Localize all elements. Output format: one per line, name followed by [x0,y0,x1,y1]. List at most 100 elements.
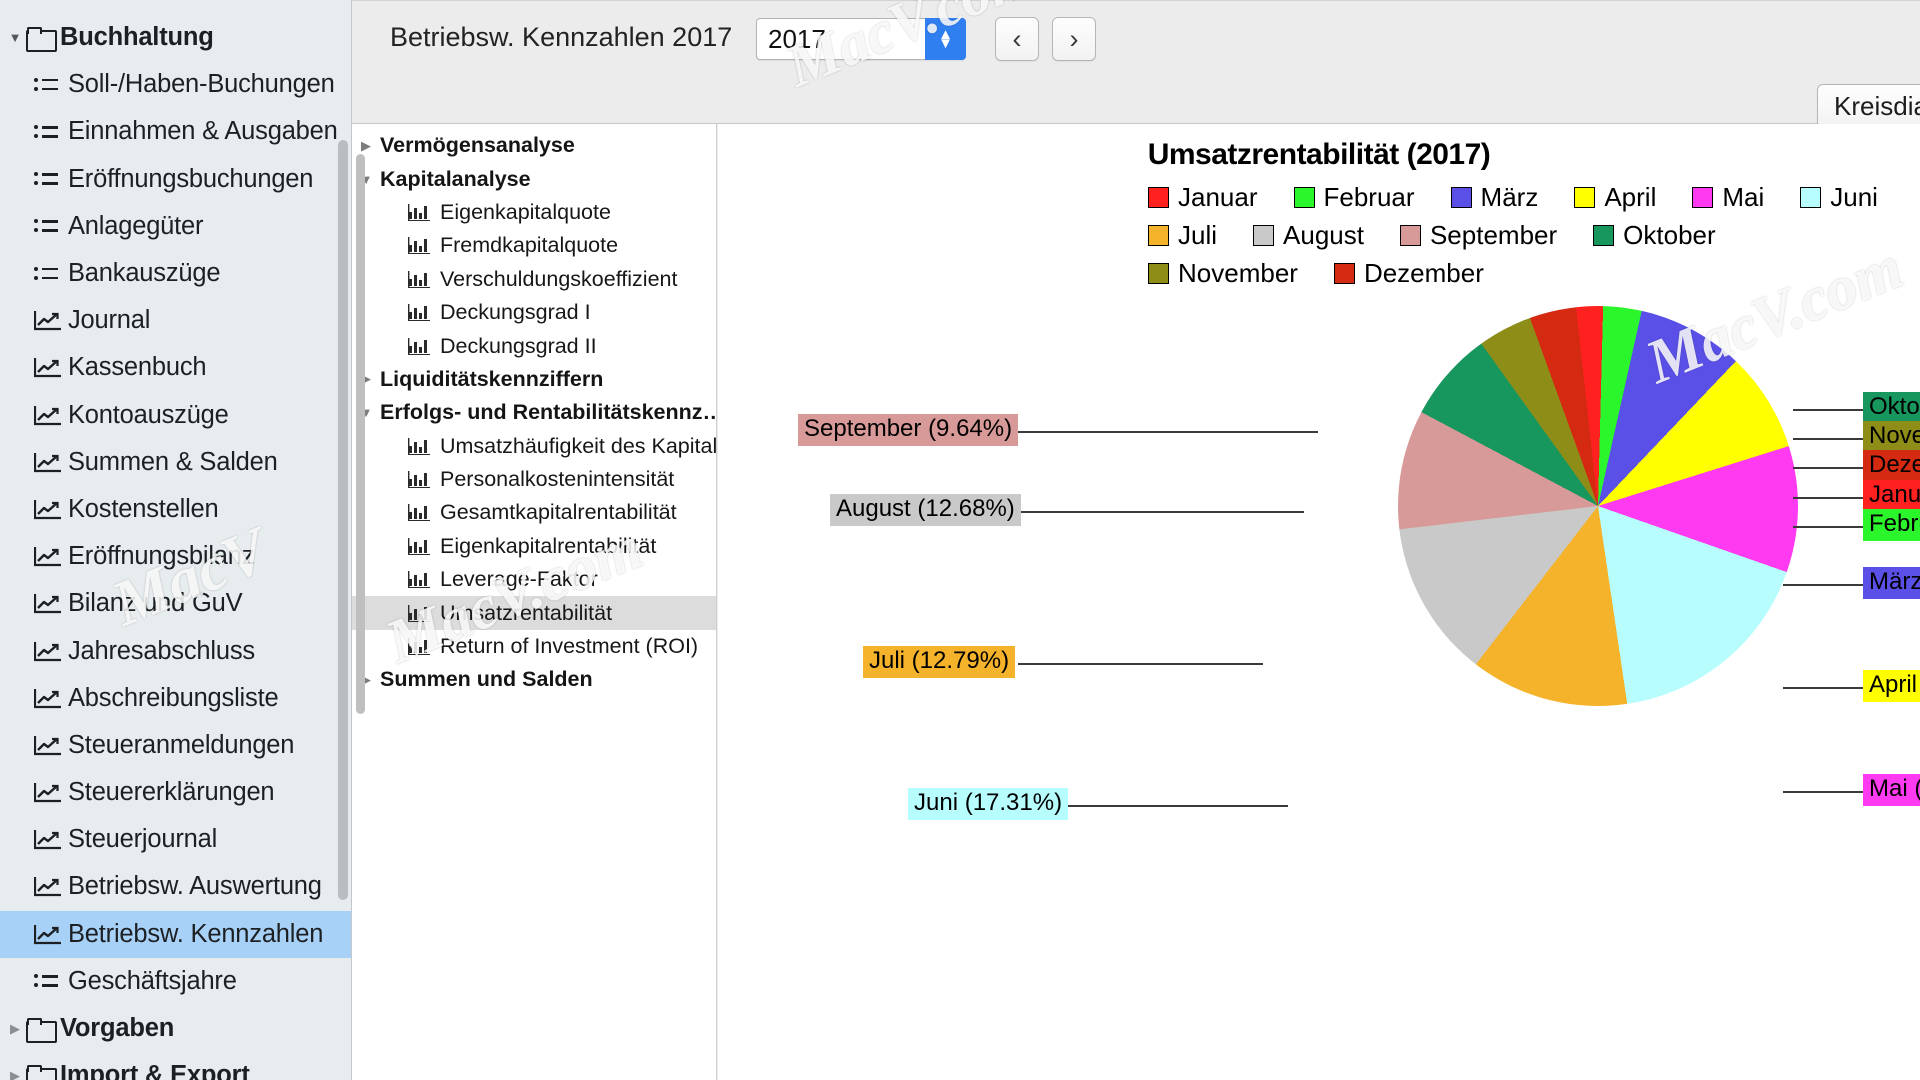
tree-item-liquidit-tskennziffern[interactable]: ▶ Liquiditätskennziffern [352,363,716,396]
sidebar-item-journal[interactable]: Journal [0,297,352,344]
tree-item-return-of-investment-roi[interactable]: Return of Investment (ROI) [352,630,716,663]
sidebar-scrollbar[interactable] [338,140,348,900]
callout-leader-line [1783,791,1865,793]
sidebar-item-buchhaltung[interactable]: ▼ Buchhaltung [0,14,352,61]
pie-slice-label-text: September (9.64%) [798,414,1019,446]
pie-graphic[interactable] [1398,306,1798,706]
tree-leaf-label: Return of Investment (ROI) [440,634,699,659]
sidebar-item-jahresabschluss[interactable]: Jahresabschluss [0,627,352,674]
sidebar-item-steuererkl-rungen[interactable]: Steuererklärungen [0,769,352,816]
tree-group-label: Liquiditätskennziffern [380,366,604,391]
sidebar-item-label: Abschreibungsliste [68,683,279,712]
pie-slice-label: Oktober (7.30%) [1863,392,1920,424]
chevron-right-icon[interactable]: ▶ [4,1022,26,1035]
pie-slice-label: September (9.64%) [798,414,1019,446]
sidebar-item-steueranmeldungen[interactable]: Steueranmeldungen [0,722,352,769]
tree-item-deckungsgrad-ii[interactable]: Deckungsgrad II [352,329,716,362]
chart-line-icon [34,924,68,945]
sidebar-item-label: Kontoauszüge [68,400,229,429]
sidebar-item-soll-haben-buchungen[interactable]: Soll-/Haben-Buchungen [0,61,352,108]
tree-group-label: Vermögensanalyse [380,133,575,158]
sidebar-item-label: Anlagegüter [68,211,204,240]
pie-slice-label-text: Mai (10.20%) [1863,774,1920,806]
page-title: Betriebsw. Kennzahlen 2017 [390,22,733,52]
sidebar-item-summen-salden[interactable]: Summen & Salden [0,439,352,486]
sidebar-item-er-ffnungsbilanz[interactable]: Eröffnungsbilanz [0,533,352,580]
chart-line-icon [34,452,68,473]
tree-scrollbar[interactable] [356,154,365,714]
tree-leaf-label: Umsatzhäufigkeit des Kapitals [440,433,717,458]
chart-line-icon [34,310,68,331]
chart-type-button[interactable]: Kreisdiagramm [1817,84,1920,129]
chart-line-icon [34,357,68,378]
tree-item-eigenkapitalrentabilit-t[interactable]: Eigenkapitalrentabilität [352,530,716,563]
chart-line-icon [34,782,68,803]
pie-slice-label-text: November (4.40%) [1863,421,1920,453]
tree-item-personalkostenintensit-t[interactable]: Personalkostenintensität [352,463,716,496]
chevron-down-icon[interactable]: ▼ [4,31,26,44]
sidebar-item-kassenbuch[interactable]: Kassenbuch [0,344,352,391]
chart-line-icon [34,405,68,426]
bar-chart-icon [408,504,430,522]
sidebar-item-betriebsw-auswertung[interactable]: Betriebsw. Auswertung [0,863,352,910]
tree-item-summen-und-salden[interactable]: ▶ Summen und Salden [352,663,716,696]
sidebar-item-bankausz-ge[interactable]: Bankauszüge [0,250,352,297]
chevron-right-icon[interactable]: ▶ [4,1069,26,1080]
year-stepper[interactable]: ▲ ▼ [925,18,966,60]
bar-chart-icon [408,537,430,555]
callout-leader-line [1783,584,1865,586]
bar-chart-icon [408,604,430,622]
tree-item-deckungsgrad-i[interactable]: Deckungsgrad I [352,296,716,329]
tree-leaf-label: Eigenkapitalquote [440,199,611,224]
tree-item-gesamtkapitalrentabilit-t[interactable]: Gesamtkapitalrentabilität [352,496,716,529]
sidebar-item-gesch-ftsjahre[interactable]: Geschäftsjahre [0,958,352,1005]
sidebar-item-label: Betriebsw. Kennzahlen [68,919,324,948]
pie-slice-label: Juni (17.31%) [908,788,1069,820]
chart-line-icon [34,593,68,614]
previous-button[interactable]: ‹ [995,17,1039,61]
sidebar-item-anlageg-ter[interactable]: Anlagegüter [0,203,352,250]
stepper-down-icon[interactable]: ▼ [938,36,953,51]
sidebar-item-vorgaben[interactable]: ▶ Vorgaben [0,1005,352,1052]
callout-leader-line [1018,431,1318,433]
sidebar-item-einnahmen-ausgaben[interactable]: Einnahmen & Ausgaben [0,108,352,155]
bar-chart-icon [408,571,430,589]
tree-item-erfolgs-und-rentabilit-tskennz[interactable]: ▼ Erfolgs- und Rentabilitätskennz… [352,396,716,429]
year-select[interactable]: 2017 ▲ ▼ [756,18,966,60]
sidebar-item-label: Buchhaltung [60,23,214,52]
pie-slice-label: Juli (12.79%) [863,646,1016,678]
pie-slice-label-text: Juni (17.31%) [908,788,1069,820]
tree-item-fremdkapitalquote[interactable]: Fremdkapitalquote [352,229,716,262]
next-button[interactable]: › [1052,17,1096,61]
tree-item-verschuldungskoeffizient[interactable]: Verschuldungskoeffizient [352,263,716,296]
tree-item-umsatzrentabilit-t[interactable]: Umsatzrentabilität [352,596,716,630]
sidebar-item-er-ffnungsbuchungen[interactable]: Eröffnungsbuchungen [0,156,352,203]
tree-leaf-label: Leverage-Faktor [440,567,598,592]
sidebar-item-label: Vorgaben [60,1014,175,1043]
sidebar-item-kostenstellen[interactable]: Kostenstellen [0,486,352,533]
tree-item-verm-gensanalyse[interactable]: ▶ Vermögensanalyse [352,129,716,162]
list-icon [34,971,68,991]
tree-item-eigenkapitalquote[interactable]: Eigenkapitalquote [352,196,716,229]
sidebar-item-label: Journal [68,306,151,335]
chevron-right-icon[interactable]: ▶ [352,138,380,154]
bar-chart-icon [408,304,430,322]
bar-chart-icon [408,203,430,221]
sidebar-item-bilanz-und-guv[interactable]: Bilanz und GuV [0,580,352,627]
tree-item-leverage-faktor[interactable]: Leverage-Faktor [352,563,716,596]
sidebar-item-import-export[interactable]: ▶ Import & Export [0,1052,352,1080]
sidebar-item-betriebsw-kennzahlen[interactable]: Betriebsw. Kennzahlen [0,910,352,958]
tree-item-kapitalanalyse[interactable]: ▼ Kapitalanalyse [352,162,716,195]
sidebar-item-steuerjournal[interactable]: Steuerjournal [0,816,352,863]
sidebar-item-abschreibungsliste[interactable]: Abschreibungsliste [0,675,352,722]
pie-slice-label-text: Juli (12.79%) [863,646,1016,678]
pie-chart: September (9.64%) August (12.68%) Juli (12… [718,124,1920,1080]
metrics-tree-panel: ▶ Vermögensanalyse ▼ Kapitalanalyse Eigenkap… [352,124,717,1080]
navigation-sidebar: ▼ Buchhaltung Soll-/Haben-Buchungen Einnahm… [0,0,352,1080]
sidebar-item-kontoausz-ge[interactable]: Kontoauszüge [0,392,352,439]
tree-item-umsatzh-ufigkeit-des-kapitals[interactable]: Umsatzhäufigkeit des Kapitals [352,430,716,463]
sidebar-item-label: Kassenbuch [68,353,207,382]
sidebar-item-label: Bankauszüge [68,259,221,288]
sidebar-item-label: Kostenstellen [68,494,219,523]
folder-icon [26,1065,60,1080]
